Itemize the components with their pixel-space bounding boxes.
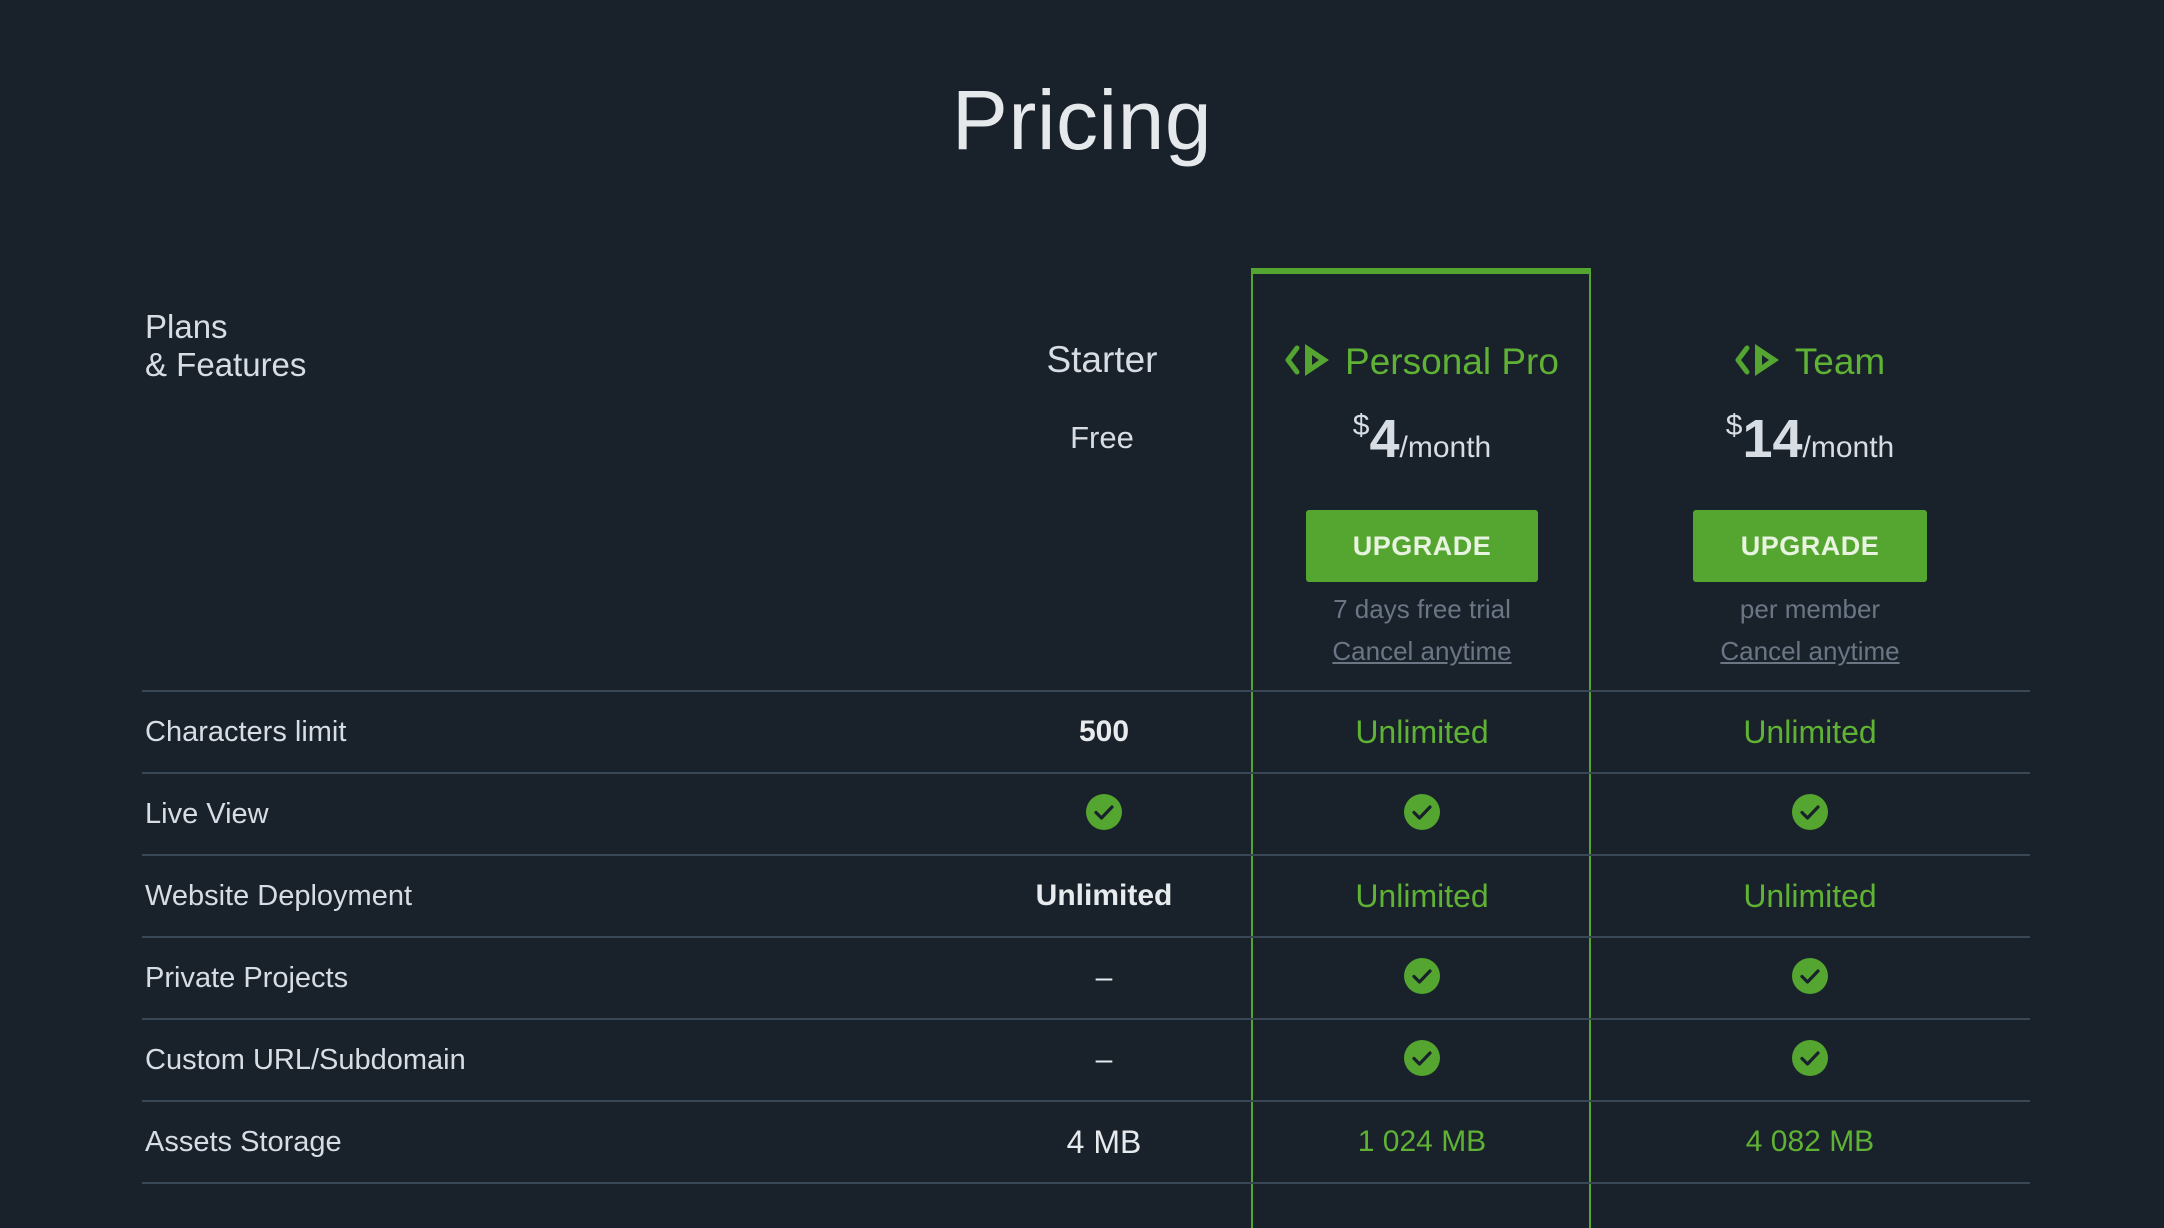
feature-row-assets-storage: Assets Storage 4 MB 1 024 MB 4 082 MB (142, 1100, 2030, 1184)
starter-value: Unlimited (1035, 879, 1173, 912)
price-period: /month (1802, 431, 1895, 464)
plan-price-team: $14/month (1592, 408, 2028, 470)
check-circle-icon (1404, 794, 1440, 831)
starter-value: 4 MB (1066, 1124, 1142, 1160)
upgrade-button-team[interactable]: UPGRADE (1693, 510, 1927, 582)
feature-row-characters-limit: Characters limit 500 Unlimited Unlimited (142, 690, 2030, 772)
pro-value (1253, 1020, 1591, 1100)
feature-label: Custom URL/Subdomain (145, 1044, 466, 1076)
cancel-link-personal-pro[interactable]: Cancel anytime (1253, 636, 1591, 667)
plan-name-personal-pro-wrap: Personal Pro (1253, 338, 1591, 384)
price-period: /month (1399, 431, 1492, 464)
feature-label: Live View (145, 798, 269, 830)
pro-value (1253, 938, 1591, 1018)
code-play-icon (1735, 344, 1779, 376)
starter-value: – (1095, 961, 1113, 994)
upgrade-button-personal-pro[interactable]: UPGRADE (1306, 510, 1538, 582)
cancel-link-team[interactable]: Cancel anytime (1592, 636, 2028, 667)
plan-price-personal-pro: $4/month (1253, 408, 1591, 470)
plan-name-personal-pro: Personal Pro (1345, 341, 1559, 382)
code-play-icon (1285, 344, 1330, 376)
plan-note-personal-pro: 7 days free trial (1333, 594, 1511, 624)
starter-value: – (1095, 1043, 1113, 1076)
team-value: Unlimited (1743, 878, 1877, 914)
team-value (1592, 938, 2028, 1018)
plan-price-starter: Free (1070, 420, 1134, 455)
plans-label-line1: Plans (145, 308, 228, 345)
feature-row-custom-url: Custom URL/Subdomain – (142, 1018, 2030, 1100)
feature-row-private-projects: Private Projects – (142, 936, 2030, 1018)
plans-features-label: Plans & Features (145, 308, 306, 384)
check-circle-icon (1404, 958, 1440, 995)
team-value: 4 082 MB (1745, 1125, 1875, 1158)
pro-value (1253, 774, 1591, 854)
price-currency: $ (1725, 409, 1743, 442)
starter-value: 500 (1078, 715, 1130, 748)
team-value: Unlimited (1743, 714, 1877, 750)
plans-label-line2: & Features (145, 346, 307, 383)
page-title: Pricing (951, 73, 1213, 167)
feature-label: Assets Storage (145, 1126, 342, 1158)
feature-row-website-deployment: Website Deployment Unlimited Unlimited U… (142, 854, 2030, 936)
feature-row-live-view: Live View (142, 772, 2030, 854)
plan-name-team-wrap: Team (1592, 338, 2028, 384)
starter-value (902, 774, 1306, 854)
pro-value: Unlimited (1355, 878, 1489, 914)
price-currency: $ (1352, 409, 1370, 442)
price-amount: 14 (1742, 409, 1803, 469)
pro-value: Unlimited (1355, 714, 1489, 750)
feature-label: Characters limit (145, 716, 347, 748)
plan-name-starter: Starter (1046, 339, 1158, 380)
feature-label: Website Deployment (145, 880, 413, 912)
feature-label: Private Projects (145, 962, 349, 994)
check-circle-icon (1792, 958, 1828, 995)
plan-name-team: Team (1794, 341, 1886, 382)
check-circle-icon (1792, 1040, 1828, 1077)
team-value (1592, 774, 2028, 854)
check-circle-icon (1086, 794, 1122, 831)
price-amount: 4 (1369, 409, 1400, 469)
plan-note-team: per member (1739, 594, 1881, 624)
check-circle-icon (1792, 794, 1828, 831)
pro-value: 1 024 MB (1357, 1125, 1487, 1158)
team-value (1592, 1020, 2028, 1100)
check-circle-icon (1404, 1040, 1440, 1077)
